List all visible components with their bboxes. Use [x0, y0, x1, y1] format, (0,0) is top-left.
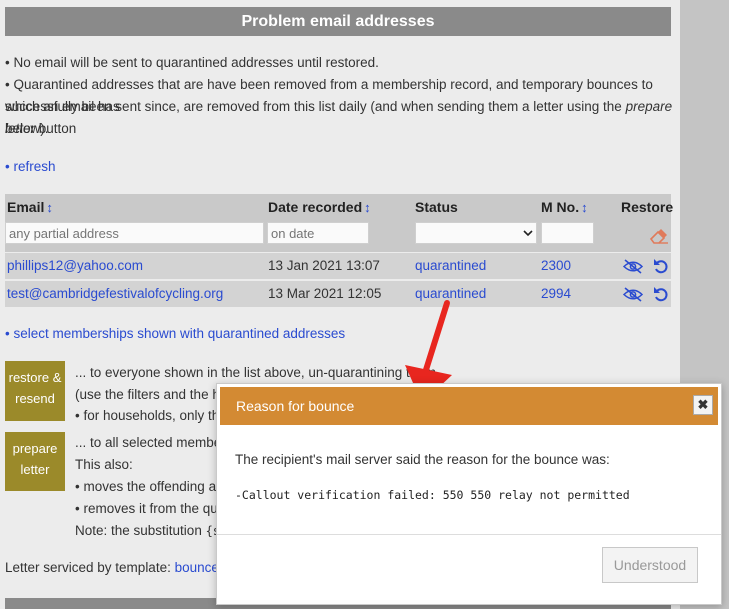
- column-label: Date recorded: [268, 199, 363, 215]
- dialog-message: The recipient's mail server said the rea…: [235, 452, 610, 467]
- refresh-link[interactable]: • refresh: [5, 156, 56, 178]
- reason-dialog: Reason for bounce ✖ The recipient's mail…: [216, 383, 722, 605]
- mno-filter-input[interactable]: [541, 222, 594, 244]
- info-text: successfully been sent since, are remove…: [5, 99, 626, 114]
- column-label: M No.: [541, 199, 580, 215]
- email-filter-input[interactable]: [5, 222, 264, 244]
- prepare-description-4: • removes it from the quara: [75, 501, 238, 516]
- restore-resend-button[interactable]: restore & resend: [5, 361, 65, 421]
- bounce-reason: -Callout verification failed: 550 550 re…: [235, 488, 630, 502]
- eraser-icon[interactable]: [649, 228, 669, 244]
- sort-icon[interactable]: ↕: [581, 200, 588, 215]
- button-label-line2: letter: [20, 462, 50, 477]
- prepare-description-3: • moves the offending addr: [75, 479, 236, 494]
- close-icon[interactable]: ✖: [693, 395, 713, 415]
- dialog-divider: [217, 534, 721, 535]
- restore-description-3: • for households, only the f: [75, 408, 235, 423]
- restore-icon[interactable]: [653, 258, 668, 274]
- row-date: 13 Mar 2021 12:05: [268, 286, 382, 301]
- column-header-date[interactable]: Date recorded ↕: [268, 199, 371, 215]
- template-line: Letter serviced by template: bounced em: [5, 557, 249, 579]
- column-header-mno[interactable]: M No. ↕: [541, 199, 588, 215]
- column-header-status: Status: [415, 199, 458, 215]
- row-mno-link[interactable]: 2994: [541, 286, 571, 301]
- table-row: phillips12@yahoo.com 13 Jan 2021 13:07 q…: [5, 253, 671, 279]
- prepare-letter-button[interactable]: prepare letter: [5, 432, 65, 491]
- row-mno-link[interactable]: 2300: [541, 258, 571, 273]
- info-line-quarantine-cont: successfully been sent since, are remove…: [5, 96, 680, 140]
- understood-button[interactable]: Understood: [602, 547, 698, 583]
- prepare-description-2: This also:: [75, 457, 133, 472]
- column-label: Email: [7, 199, 45, 215]
- template-label: Letter serviced by template:: [5, 560, 175, 575]
- date-filter-input[interactable]: [267, 222, 369, 244]
- row-email-link[interactable]: test@cambridgefestivalofcycling.org: [7, 286, 223, 301]
- button-label-line1: restore &: [8, 370, 62, 385]
- select-memberships-link[interactable]: • select memberships shown with quaranti…: [5, 323, 345, 345]
- prepare-description-5: Note: the substitution {sho: [75, 520, 234, 542]
- row-status-link[interactable]: quarantined: [415, 258, 486, 273]
- hide-icon[interactable]: [622, 287, 644, 302]
- chevron-down-icon: [523, 230, 533, 237]
- dialog-title: Reason for bounce: [220, 387, 718, 425]
- button-label-line2: resend: [15, 391, 55, 406]
- column-header-restore: Restore: [621, 199, 674, 215]
- restore-description-1: ... to everyone shown in the list above,…: [75, 365, 436, 380]
- sort-icon[interactable]: ↕: [46, 200, 53, 215]
- status-filter-select[interactable]: [415, 222, 537, 244]
- info-line-no-email: • No email will be sent to quarantined a…: [5, 55, 379, 70]
- page-title: Problem email addresses: [5, 7, 671, 36]
- row-date: 13 Jan 2021 13:07: [268, 258, 380, 273]
- table-row: test@cambridgefestivalofcycling.org 13 M…: [5, 281, 671, 307]
- table-header: Email ↕ Date recorded ↕ Status M No. ↕ Rest…: [5, 194, 674, 252]
- restore-description-2: (use the filters and the hide: [75, 387, 238, 402]
- hide-icon[interactable]: [622, 259, 644, 274]
- sort-icon[interactable]: ↕: [364, 200, 371, 215]
- row-email-link[interactable]: phillips12@yahoo.com: [7, 258, 143, 273]
- column-header-email[interactable]: Email ↕: [7, 199, 53, 215]
- restore-icon[interactable]: [653, 286, 668, 302]
- button-label-line1: prepare: [12, 441, 58, 456]
- info-line-below: below).: [5, 121, 49, 136]
- note-text: Note: the substitution: [75, 523, 206, 538]
